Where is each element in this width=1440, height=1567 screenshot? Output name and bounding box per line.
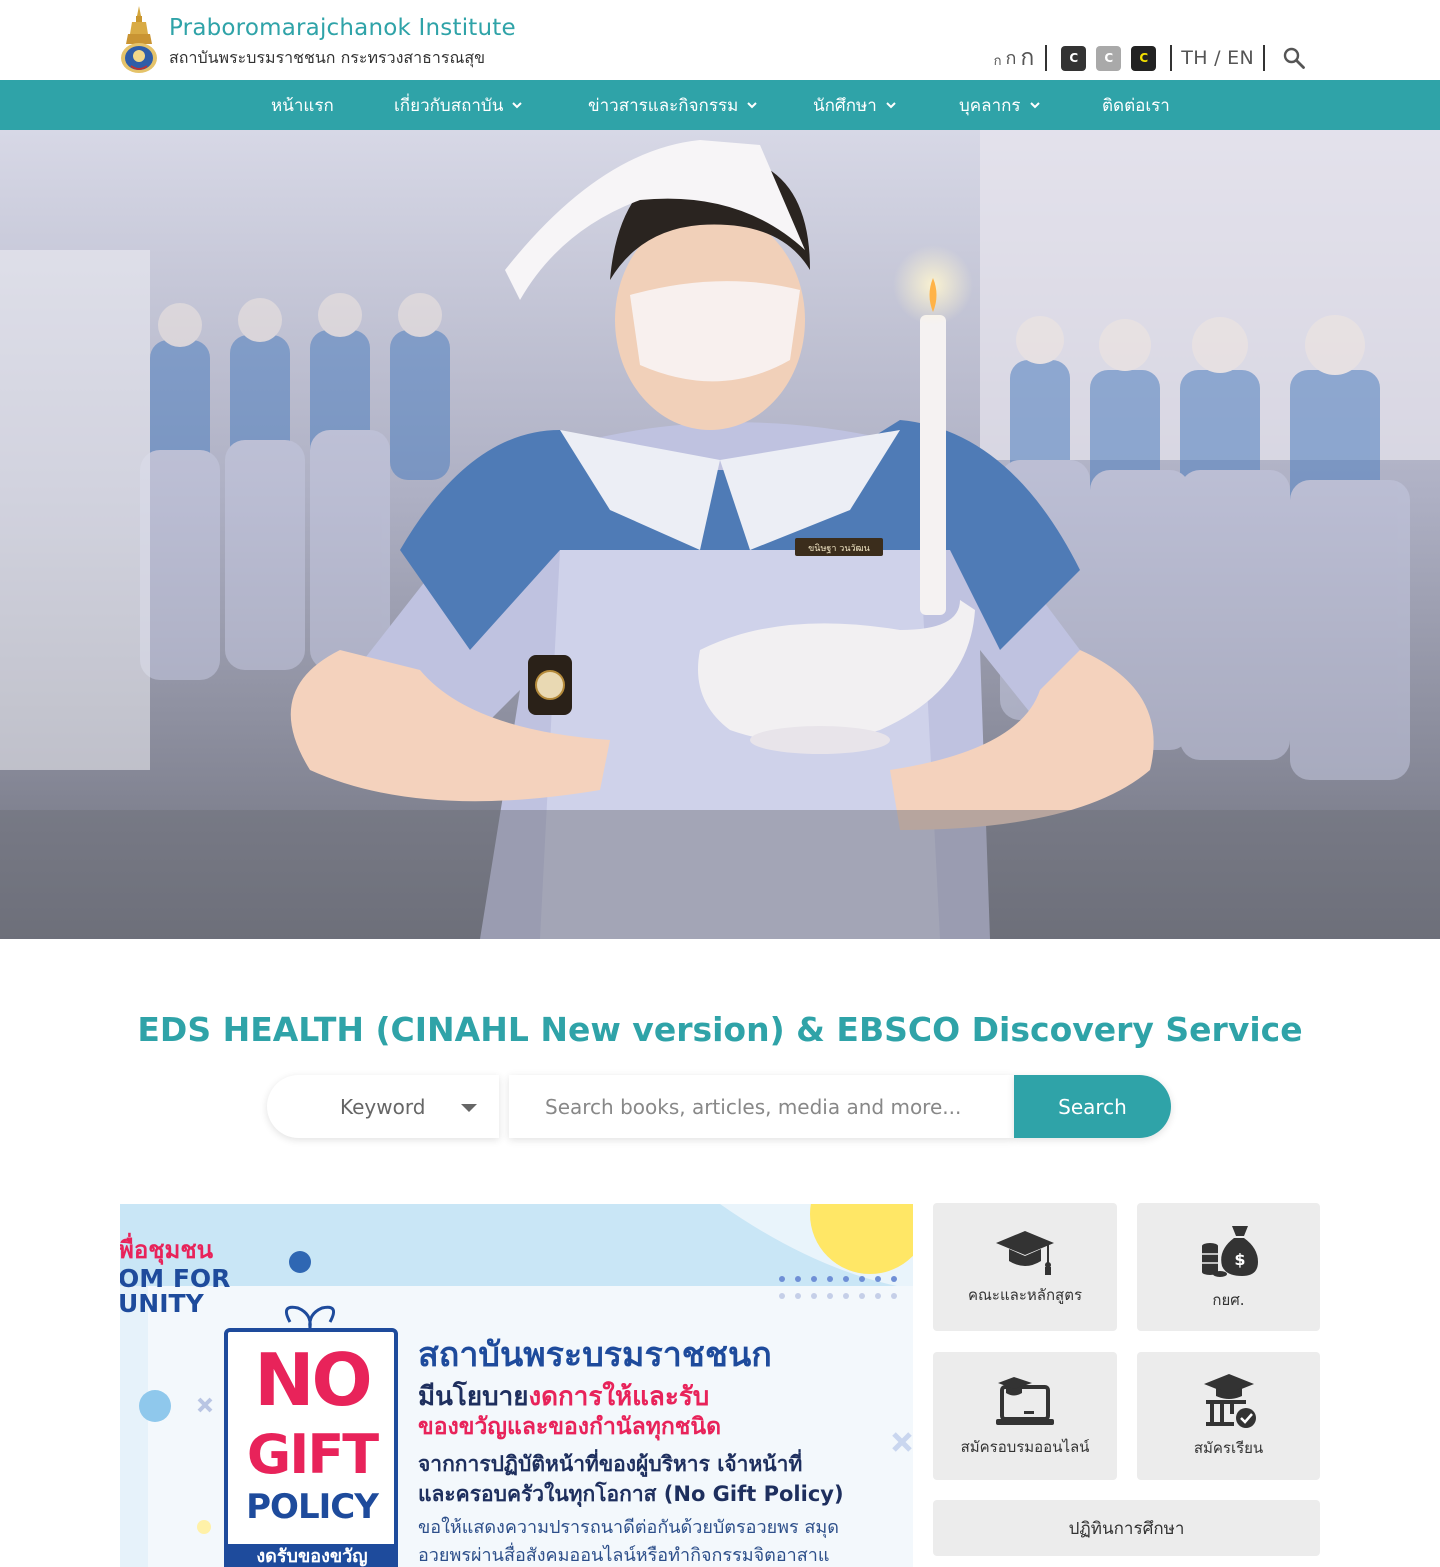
nav-item-news[interactable]: ข่าวสารและกิจกรรม [588, 80, 758, 130]
nav-item-label: นักศึกษา [813, 95, 877, 116]
nav-item-staff[interactable]: บุคลากร [959, 80, 1041, 130]
banner-left-mid-text-2: UNITY [120, 1289, 204, 1318]
banner-line-7: อวยพรผ่านสื่อสังคมออนไลน์หรือทำกิจกรรมจิ… [418, 1545, 830, 1566]
banner-line-4: จากการปฏิบัติหน้าที่ของผู้บริหาร เจ้าหน้… [418, 1452, 803, 1476]
accessibility-toolbar: ก ก ก C C C TH / EN [992, 44, 1306, 72]
no-gift-policy-banner[interactable]: พื่อชุมชน OM FOR UNITY NO GIFT POLICY งด… [120, 1204, 913, 1567]
font-size-small-button[interactable]: ก [994, 55, 1002, 68]
eds-search-title: EDS HEALTH (CINAHL New version) & EBSCO … [137, 1010, 1303, 1049]
banner-line-3: ของขวัญและของกำนัลทุกชนิด [418, 1414, 722, 1440]
banner-line-6: ขอให้แสดงความปรารถนาดีต่อกันด้วยบัตรอวยพ… [418, 1517, 839, 1538]
policy-gift-text: GIFT [246, 1423, 379, 1486]
contrast-default-button[interactable]: C [1061, 45, 1087, 71]
name-badge: ขนิษฐา วนวัฒน [808, 543, 870, 554]
tile-student-loan[interactable]: $ กยศ. [1137, 1203, 1320, 1331]
divider [1045, 45, 1048, 71]
tile-label: สมัครอบรมออนไลน์ [960, 1438, 1090, 1456]
contrast-gray-button[interactable]: C [1096, 45, 1122, 71]
academic-calendar-button[interactable]: ปฏิทินการศึกษา [933, 1500, 1320, 1556]
banner-line-5: และครอบครัวในทุกโอกาส (No Gift Policy) [418, 1482, 844, 1506]
search-icon[interactable] [1282, 46, 1306, 70]
nav-item-label: หน้าแรก [271, 95, 334, 116]
nav-item-label: ติดต่อเรา [1102, 95, 1170, 116]
banner-left-top-text: พื่อชุมชน [120, 1236, 214, 1264]
tile-label: สมัครเรียน [1193, 1439, 1264, 1457]
nav-item-label: เกี่ยวกับสถาบัน [394, 95, 504, 116]
tile-apply-study[interactable]: สมัครเรียน [1137, 1352, 1320, 1480]
language-switch[interactable]: TH / EN [1181, 47, 1254, 69]
divider [1263, 45, 1265, 71]
hero-image: ขนิษฐา วนวัฒน [0, 130, 1440, 939]
institute-logo[interactable] [119, 6, 159, 74]
chevron-down-icon [1029, 102, 1040, 109]
online-training-icon [996, 1377, 1054, 1425]
font-size-medium-button[interactable]: ก [1005, 50, 1016, 68]
policy-bottom-text: งดรับของขวัญ [256, 1546, 368, 1567]
search-type-select[interactable]: Keyword [267, 1075, 499, 1138]
divider [1170, 45, 1173, 71]
banner-line-2b: งดการให้และรับ [528, 1382, 710, 1412]
policy-policy-text: POLICY [246, 1487, 379, 1527]
font-size-large-button[interactable]: ก [1020, 46, 1034, 70]
chevron-down-icon [747, 102, 758, 109]
graduation-cap-icon [996, 1231, 1054, 1275]
chevron-down-icon [886, 102, 896, 109]
search-input[interactable] [509, 1075, 1014, 1138]
banner-line-2a: มีนโยบาย [418, 1382, 529, 1412]
money-bag-icon: $ [1201, 1226, 1258, 1277]
main-nav: หน้าแรก เกี่ยวกับสถาบัน ข่าวสารและกิจกรร… [0, 80, 1440, 130]
academic-calendar-label: ปฏิทินการศึกษา [1068, 1518, 1185, 1539]
tile-online-training[interactable]: สมัครอบรมออนไลน์ [933, 1352, 1117, 1480]
nav-item-about[interactable]: เกี่ยวกับสถาบัน [394, 80, 523, 130]
banner-left-mid-text-1: OM FOR [120, 1264, 231, 1293]
eds-search-form: Keyword Search [267, 1075, 1171, 1138]
contrast-high-button[interactable]: C [1131, 45, 1157, 71]
tile-label: คณะและหลักสูตร [967, 1286, 1083, 1304]
brand-name-en[interactable]: Praboromarajchanok Institute [169, 15, 516, 41]
enroll-icon [1203, 1374, 1256, 1428]
nav-item-home[interactable]: หน้าแรก [271, 80, 334, 130]
site-header: Praboromarajchanok Institute สถาบันพระบร… [0, 0, 1440, 80]
search-type-value: Keyword [340, 1094, 426, 1119]
tile-faculties-courses[interactable]: คณะและหลักสูตร [933, 1203, 1117, 1331]
policy-no-text: NO [254, 1338, 372, 1422]
hero-photo-nurse-candle: ขนิษฐา วนวัฒน [0, 130, 1440, 939]
brand-name-th[interactable]: สถาบันพระบรมราชชนก กระทรวงสาธารณสุข [169, 46, 485, 71]
caret-down-icon [461, 1104, 477, 1112]
banner-line-2: มีนโยบายงดการให้และรับ [418, 1384, 709, 1410]
tile-label: กยศ. [1212, 1291, 1245, 1309]
nav-item-label: ข่าวสารและกิจกรรม [588, 95, 739, 116]
search-button[interactable]: Search [1014, 1075, 1171, 1138]
nav-item-students[interactable]: นักศึกษา [813, 80, 897, 130]
svg-text:$: $ [1234, 1250, 1245, 1269]
chevron-down-icon [512, 102, 523, 109]
nav-item-label: บุคลากร [959, 95, 1021, 116]
banner-headline: สถาบันพระบรมราชชนก [418, 1335, 772, 1375]
nav-item-contact[interactable]: ติดต่อเรา [1102, 80, 1170, 130]
